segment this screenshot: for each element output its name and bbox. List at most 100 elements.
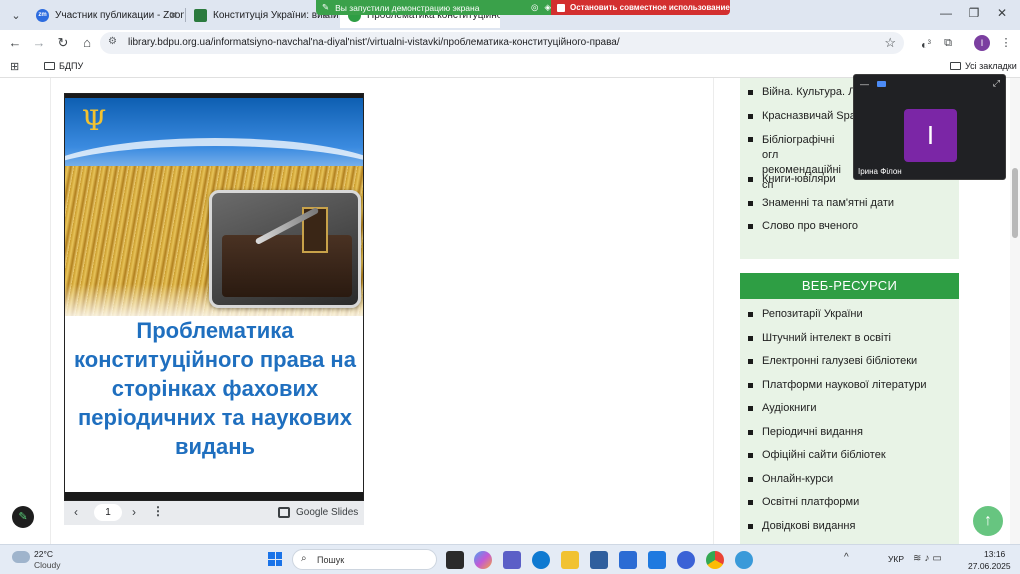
bullet	[748, 500, 753, 505]
bullet	[748, 382, 753, 388]
slide-title: Проблематика конституційного права на ст…	[74, 318, 356, 459]
expand-icon[interactable]: ⤢	[993, 78, 1000, 89]
meeting-video-window[interactable]: — ⤢ I Ірина Філон	[853, 74, 1006, 180]
next-slide-icon[interactable]: ›	[132, 505, 136, 519]
url-text[interactable]: library.bdpu.org.ua/informatsiyno-navcha…	[128, 37, 620, 48]
close-icon[interactable]: ✕	[169, 9, 178, 22]
sidebar-item-label: Війна. Культура. Л	[762, 86, 856, 98]
pin-icon[interactable]: ✎	[322, 2, 329, 13]
trident-icon: Ψ	[81, 104, 107, 137]
web-resources-panel: Репозитарії України Штучний інтелект в о…	[740, 299, 959, 544]
tray-wifi-volume-battery-icon[interactable]: ≋♪▭	[913, 553, 945, 564]
bullet	[748, 406, 753, 411]
extension-badge: 3	[927, 40, 931, 46]
cloud-icon[interactable]	[12, 551, 30, 563]
bullet	[748, 453, 753, 458]
web-resource-label: Платформи наукової літератури	[762, 378, 927, 391]
browser-globe-icon[interactable]	[735, 551, 753, 569]
extension-icon[interactable]: ◐3	[918, 35, 934, 52]
web-resource-item[interactable]: Офіційні сайти бібліотек	[748, 449, 927, 473]
tab-search-icon[interactable]: ⌄	[6, 5, 26, 25]
file-explorer-icon[interactable]	[561, 551, 579, 569]
camera-icon[interactable]	[877, 81, 886, 87]
restore-icon[interactable]: ❐	[964, 6, 984, 20]
edit-pen-icon[interactable]: ✎	[12, 506, 34, 528]
sidebar-item[interactable]: Слово про вченого	[748, 220, 894, 244]
home-icon[interactable]: ⌂	[78, 34, 96, 52]
clock-date[interactable]: 27.06.2025	[968, 561, 1011, 571]
web-resource-item[interactable]: Періодичні видання	[748, 426, 927, 450]
bullet	[748, 312, 753, 317]
store-icon[interactable]	[590, 551, 608, 569]
edge-icon[interactable]	[532, 551, 550, 569]
bullet	[748, 335, 753, 341]
web-resource-item[interactable]: Онлайн-курси	[748, 473, 927, 497]
pause-icon[interactable]: ◎	[531, 2, 538, 13]
web-resource-item[interactable]: Репозитарії України	[748, 308, 927, 332]
bookmark-folder-bdpu[interactable]: БДПУ	[44, 61, 83, 71]
address-bar[interactable]: ⚙ library.bdpu.org.ua/informatsiyno-navc…	[100, 32, 904, 54]
page-scrollbar[interactable]	[1010, 78, 1020, 544]
profile-avatar[interactable]: I	[974, 35, 990, 51]
zoom-favicon-icon: zm	[36, 8, 49, 22]
participant-avatar: I	[904, 109, 957, 162]
slides-controls: ‹ 1 › ⋮ Google Slides	[64, 501, 364, 525]
web-resources-heading: ВЕБ-РЕСУРСИ	[740, 273, 959, 299]
input-language[interactable]: УКР	[888, 554, 904, 564]
tray-chevron-up-icon[interactable]: ^	[844, 552, 849, 563]
minimize-icon[interactable]: —	[936, 6, 956, 20]
kebab-menu-icon[interactable]: ⋮	[998, 35, 1014, 51]
forward-arrow-icon[interactable]: →	[30, 34, 48, 52]
web-resource-item[interactable]: Електронні галузеві бібліотеки	[748, 355, 927, 379]
web-resource-item[interactable]: Платформи наукової літератури	[748, 379, 927, 403]
scrollbar-thumb[interactable]	[1012, 168, 1018, 238]
extensions-puzzle-icon[interactable]: ⧉	[940, 35, 956, 51]
word-icon[interactable]	[619, 551, 637, 569]
prev-slide-icon[interactable]: ‹	[74, 505, 78, 519]
slide-page-number[interactable]: 1	[94, 504, 122, 521]
weather-temperature[interactable]: 22°C	[34, 549, 53, 559]
scroll-to-top-button[interactable]: ↑	[973, 506, 1003, 536]
bookmark-star-icon[interactable]: ☆	[884, 35, 896, 51]
web-resource-item[interactable]: Довідкові видання	[748, 520, 927, 544]
all-bookmarks[interactable]: Усі закладки	[950, 61, 1017, 71]
tab-strip: ⌄ zm Участник публикации - Zoom ✕ Консти…	[0, 0, 1020, 30]
mail-icon[interactable]	[648, 551, 666, 569]
tab-zoom[interactable]: zm Участник публикации - Zoom ✕	[28, 2, 184, 28]
web-resource-label: Штучний інтелект в освіті	[762, 331, 891, 344]
sidebar-item[interactable]: Знаменні та пам'ятні дати	[748, 197, 894, 221]
zoom-icon[interactable]	[677, 551, 695, 569]
web-resource-item[interactable]: Аудіокниги	[748, 402, 927, 426]
meeting-toolbar: —	[860, 79, 886, 89]
slide-embed[interactable]: Ψ Проблематика конституційного права на …	[64, 93, 364, 501]
teams-icon[interactable]	[503, 551, 521, 569]
task-view-icon[interactable]	[446, 551, 464, 569]
share-status-text: Вы запустили демонстрацию экрана	[335, 2, 480, 13]
stop-icon	[557, 3, 565, 12]
chrome-icon[interactable]	[706, 551, 724, 569]
minimize-icon[interactable]: —	[860, 79, 869, 89]
web-resource-label: Онлайн-курси	[762, 472, 834, 485]
more-options-icon[interactable]: ⋮	[152, 504, 164, 518]
stop-sharing-label: Остановить совместное использование	[570, 3, 730, 12]
start-button-icon[interactable]	[268, 552, 282, 566]
back-arrow-icon[interactable]: ←	[6, 34, 24, 52]
google-slides-icon[interactable]	[278, 507, 290, 518]
apps-grid-icon[interactable]: ⊞	[10, 60, 19, 73]
web-resource-item[interactable]: Штучний інтелект в освіті	[748, 332, 927, 356]
copilot-icon[interactable]	[474, 551, 492, 569]
folder-icon	[44, 62, 55, 70]
reload-icon[interactable]: ↻	[54, 34, 72, 52]
clock-time[interactable]: 13:16	[984, 549, 1005, 559]
bullet	[748, 113, 753, 119]
google-slides-label[interactable]: Google Slides	[296, 507, 358, 518]
screen-share-banner: ✎ Вы запустили демонстрацию экрана ◎ ◈ О…	[316, 0, 730, 15]
site-info-icon[interactable]: ⚙	[108, 36, 117, 47]
weather-description[interactable]: Cloudy	[34, 560, 60, 570]
taskbar-search[interactable]: ⌕ Пошук	[292, 549, 437, 570]
browser-toolbar: ← → ↻ ⌂ ⚙ library.bdpu.org.ua/informatsi…	[0, 30, 1020, 56]
stop-sharing-button[interactable]: Остановить совместное использование	[551, 0, 730, 15]
window-close-icon[interactable]: ✕	[992, 6, 1012, 20]
web-resource-item[interactable]: Освітні платформи	[748, 496, 927, 520]
web-resource-label: Електронні галузеві бібліотеки	[762, 355, 918, 367]
